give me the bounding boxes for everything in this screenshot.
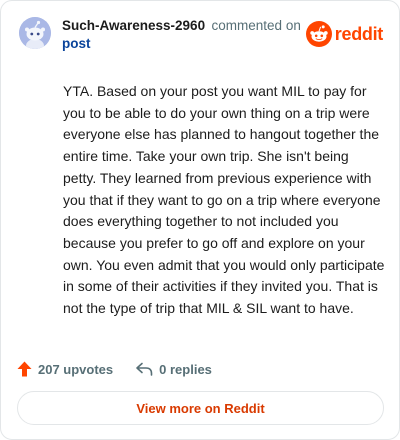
action-text: commented on: [211, 18, 301, 33]
snoo-avatar-icon[interactable]: [19, 17, 51, 49]
upvote-label: 207 upvotes: [38, 361, 114, 377]
reply-arrow-icon: [136, 362, 153, 376]
reply-label: 0 replies: [159, 361, 212, 377]
reddit-brand[interactable]: reddit: [305, 21, 384, 47]
reddit-logo-icon: [305, 21, 332, 47]
comment-body: YTA. Based on your post you want MIL to …: [63, 83, 385, 317]
embedded-comment-card: Such-Awareness-2960 commented on post re…: [0, 0, 400, 440]
reply-count[interactable]: 0 replies: [135, 362, 212, 377]
comment-meta: Such-Awareness-2960 commented on post: [62, 17, 302, 53]
upvote-arrow-icon: [17, 361, 32, 377]
reddit-wordmark: reddit: [334, 23, 384, 44]
comment-footer: 207 upvotes 0 replies: [17, 358, 212, 380]
upvote-count[interactable]: 207 upvotes: [17, 361, 113, 377]
comment-header: Such-Awareness-2960 commented on post re…: [17, 15, 383, 55]
username[interactable]: Such-Awareness-2960: [62, 18, 205, 33]
post-link[interactable]: post: [62, 35, 302, 53]
view-more-button[interactable]: View more on Reddit: [17, 391, 384, 425]
